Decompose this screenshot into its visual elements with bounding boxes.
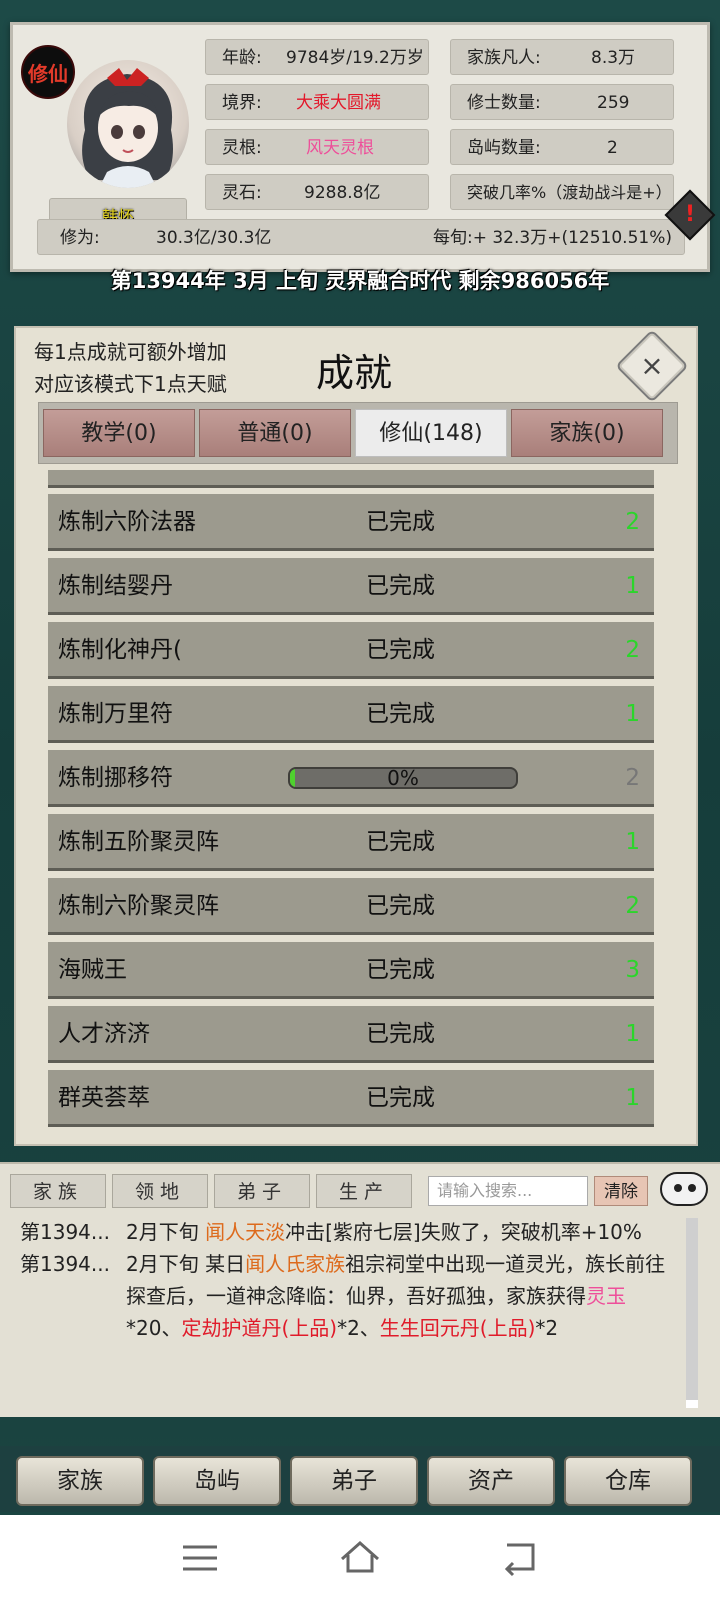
achievement-dialog: 每1点成就可额外增加 对应该模式下1点天赋 成就 × 教学(0) 普通(0) 修… bbox=[14, 326, 698, 1146]
achievement-list[interactable]: 炼制六阶法器 已完成 2 炼制结婴丹 已完成 1 炼制化神丹( 已完成 2 炼制… bbox=[48, 470, 670, 1130]
tab-normal[interactable]: 普通(0) bbox=[199, 409, 351, 457]
character-portrait-icon bbox=[82, 68, 173, 188]
mascot-icon[interactable] bbox=[660, 1172, 708, 1206]
list-item[interactable]: 海贼王 已完成 3 bbox=[48, 942, 654, 999]
system-nav-bar bbox=[0, 1515, 720, 1600]
list-item-partial bbox=[48, 470, 654, 488]
home-icon[interactable] bbox=[335, 1533, 385, 1583]
back-icon[interactable] bbox=[495, 1533, 545, 1583]
log-person-link[interactable]: 闻人天淡 bbox=[205, 1220, 285, 1244]
stat-breakthrough: 突破几率%（渡劫战斗是+） bbox=[450, 174, 674, 210]
log-entry: 第1394... 2月下旬 某日闻人氏家族祖宗祠堂中出现一道灵光，族长前往探查后… bbox=[20, 1252, 666, 1340]
log-entries[interactable]: 第1394... 2月下旬 闻人天淡冲击[紫府七层]失败了，突破机率+10% 第… bbox=[20, 1216, 680, 1412]
list-item[interactable]: 炼制六阶法器 已完成 2 bbox=[48, 494, 654, 551]
log-item-link[interactable]: 灵玉 bbox=[586, 1284, 626, 1308]
list-item[interactable]: 人才济济 已完成 1 bbox=[48, 1006, 654, 1063]
log-family-link[interactable]: 闻人氏家族 bbox=[245, 1252, 345, 1276]
achievement-progress-bar: 0% bbox=[288, 767, 518, 789]
status-panel: 修仙 韩怀 年龄: 9784岁/19.2万岁 境界: 大乘大圆满 灵根: 风天灵… bbox=[10, 22, 716, 272]
game-screen: 修仙 韩怀 年龄: 9784岁/19.2万岁 境界: 大乘大圆满 灵根: 风天灵… bbox=[0, 0, 720, 1515]
nav-family-button[interactable]: 家族 bbox=[16, 1456, 144, 1506]
list-item[interactable]: 群英荟萃 已完成 1 bbox=[48, 1070, 654, 1127]
clear-button[interactable]: 清除 bbox=[594, 1176, 648, 1206]
list-item[interactable]: 炼制结婴丹 已完成 1 bbox=[48, 558, 654, 615]
list-item[interactable]: 炼制化神丹( 已完成 2 bbox=[48, 622, 654, 679]
event-log-panel: 家族 领地 弟子 生产 请输入搜索... 清除 第1394... 2月下旬 闻人… bbox=[0, 1162, 720, 1417]
list-item[interactable]: 炼制五阶聚灵阵 已完成 1 bbox=[48, 814, 654, 871]
tab-cultivation[interactable]: 修仙(148) bbox=[355, 409, 507, 457]
stat-realm: 境界: 大乘大圆满 bbox=[205, 84, 429, 120]
log-scrollbar[interactable] bbox=[686, 1218, 698, 1408]
bottom-nav: 家族 岛屿 弟子 资产 仓库 bbox=[0, 1446, 720, 1512]
stat-spirit-root: 灵根: 风天灵根 bbox=[205, 129, 429, 165]
nav-disciples-button[interactable]: 弟子 bbox=[290, 1456, 418, 1506]
dialog-note: 每1点成就可额外增加 对应该模式下1点天赋 bbox=[34, 340, 227, 396]
log-item-link[interactable]: 生生回元丹(上品) bbox=[380, 1316, 536, 1340]
stat-islands: 岛屿数量: 2 bbox=[450, 129, 674, 165]
close-icon: × bbox=[640, 349, 664, 382]
achievement-tabs: 教学(0) 普通(0) 修仙(148) 家族(0) bbox=[38, 402, 678, 464]
nav-warehouse-button[interactable]: 仓库 bbox=[564, 1456, 692, 1506]
game-date: 第13944年 3月 上旬 灵界融合时代 剩余986056年 bbox=[110, 269, 610, 293]
list-item[interactable]: 炼制挪移符 0% 2 bbox=[48, 750, 654, 807]
log-search-input[interactable]: 请输入搜索... bbox=[428, 1176, 588, 1206]
stat-cultivation: 修为: 30.3亿/30.3亿 每旬:+ 32.3万+(12510.51%) bbox=[37, 219, 685, 255]
log-tab-territory[interactable]: 领地 bbox=[112, 1174, 208, 1208]
stat-age: 年龄: 9784岁/19.2万岁 bbox=[205, 39, 429, 75]
menu-icon[interactable] bbox=[175, 1533, 225, 1583]
log-tab-production[interactable]: 生产 bbox=[316, 1174, 412, 1208]
list-item[interactable]: 炼制万里符 已完成 1 bbox=[48, 686, 654, 743]
log-item-link[interactable]: 定劫护道丹(上品) bbox=[181, 1316, 337, 1340]
log-tab-disciples[interactable]: 弟子 bbox=[214, 1174, 310, 1208]
stat-cultivators: 修士数量: 259 bbox=[450, 84, 674, 120]
dialog-title: 成就 bbox=[316, 351, 393, 395]
nav-assets-button[interactable]: 资产 bbox=[427, 1456, 555, 1506]
log-entry: 第1394... 2月下旬 闻人天淡冲击[紫府七层]失败了，突破机率+10% bbox=[20, 1220, 642, 1244]
nav-islands-button[interactable]: 岛屿 bbox=[153, 1456, 281, 1506]
character-avatar[interactable] bbox=[67, 60, 189, 188]
tab-family[interactable]: 家族(0) bbox=[511, 409, 663, 457]
log-tab-family[interactable]: 家族 bbox=[10, 1174, 106, 1208]
tab-teaching[interactable]: 教学(0) bbox=[43, 409, 195, 457]
list-item[interactable]: 炼制六阶聚灵阵 已完成 2 bbox=[48, 878, 654, 935]
cultivation-seal-icon: 修仙 bbox=[21, 45, 75, 99]
close-button[interactable]: × bbox=[615, 329, 689, 403]
stat-mortals: 家族凡人: 8.3万 bbox=[450, 39, 674, 75]
stat-spirit-stones: 灵石: 9288.8亿 bbox=[205, 174, 429, 210]
